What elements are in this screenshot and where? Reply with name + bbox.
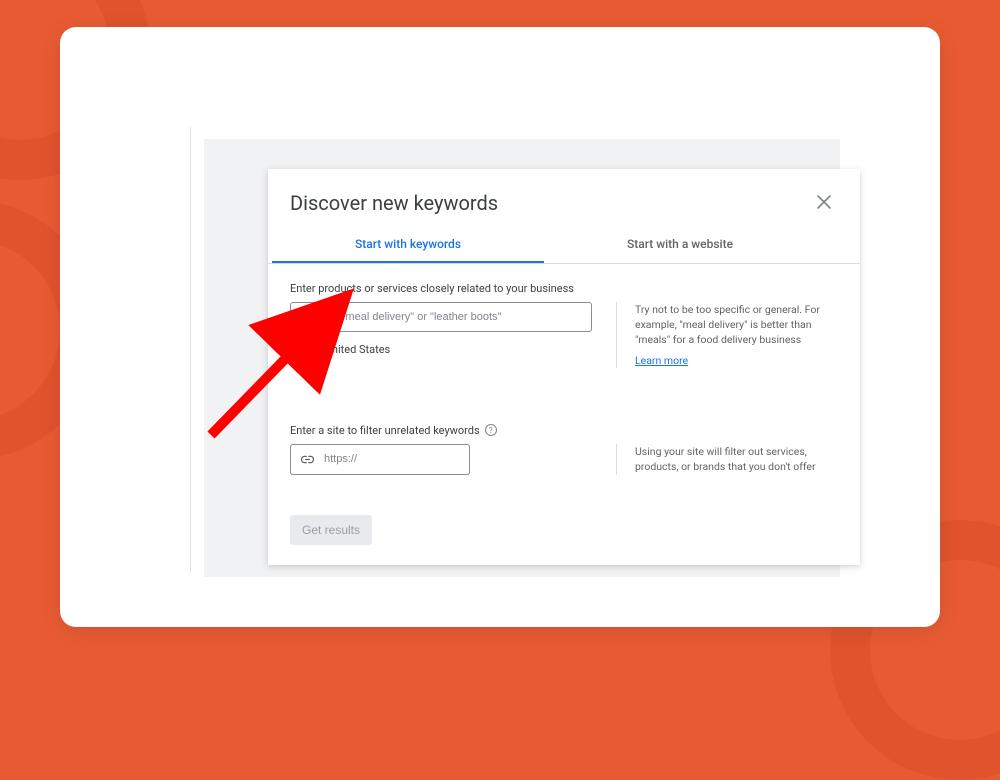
tabs: Start with keywords Start with a website — [268, 227, 860, 264]
url-input-container[interactable] — [290, 444, 470, 475]
get-results-button[interactable]: Get results — [290, 515, 372, 545]
link-icon — [300, 452, 315, 467]
tab-keywords[interactable]: Start with keywords — [272, 227, 544, 263]
location-label: United States — [325, 343, 390, 356]
locale-row[interactable]: sh United States — [290, 342, 592, 356]
dialog-header: Discover new keywords — [268, 169, 860, 227]
dialog-body: Enter products or services closely relat… — [268, 264, 860, 561]
filter-help-text: Using your site will filter out services… — [635, 444, 838, 474]
filter-label: Enter a site to filter unrelated keyword… — [290, 424, 480, 437]
url-input[interactable] — [324, 453, 466, 465]
learn-more-link[interactable]: Learn more — [635, 354, 688, 367]
dialog-title: Discover new keywords — [290, 191, 498, 215]
divider-vertical — [190, 127, 191, 573]
close-button[interactable] — [810, 189, 838, 217]
help-icon[interactable]: ? — [485, 424, 497, 436]
keyword-input-container[interactable] — [290, 302, 592, 332]
keyword-help-text: Try not to be too specific or general. F… — [635, 302, 838, 348]
search-icon — [300, 310, 314, 324]
products-label: Enter products or services closely relat… — [290, 282, 838, 295]
location-pin-icon — [308, 342, 319, 356]
tab-website[interactable]: Start with a website — [544, 227, 816, 263]
language-suffix: sh — [290, 343, 302, 356]
keyword-dialog: Discover new keywords Start with keyword… — [268, 169, 860, 565]
keyword-input[interactable] — [323, 311, 582, 323]
close-icon — [817, 194, 831, 213]
outer-card: Discover new keywords Start with keyword… — [60, 27, 940, 627]
